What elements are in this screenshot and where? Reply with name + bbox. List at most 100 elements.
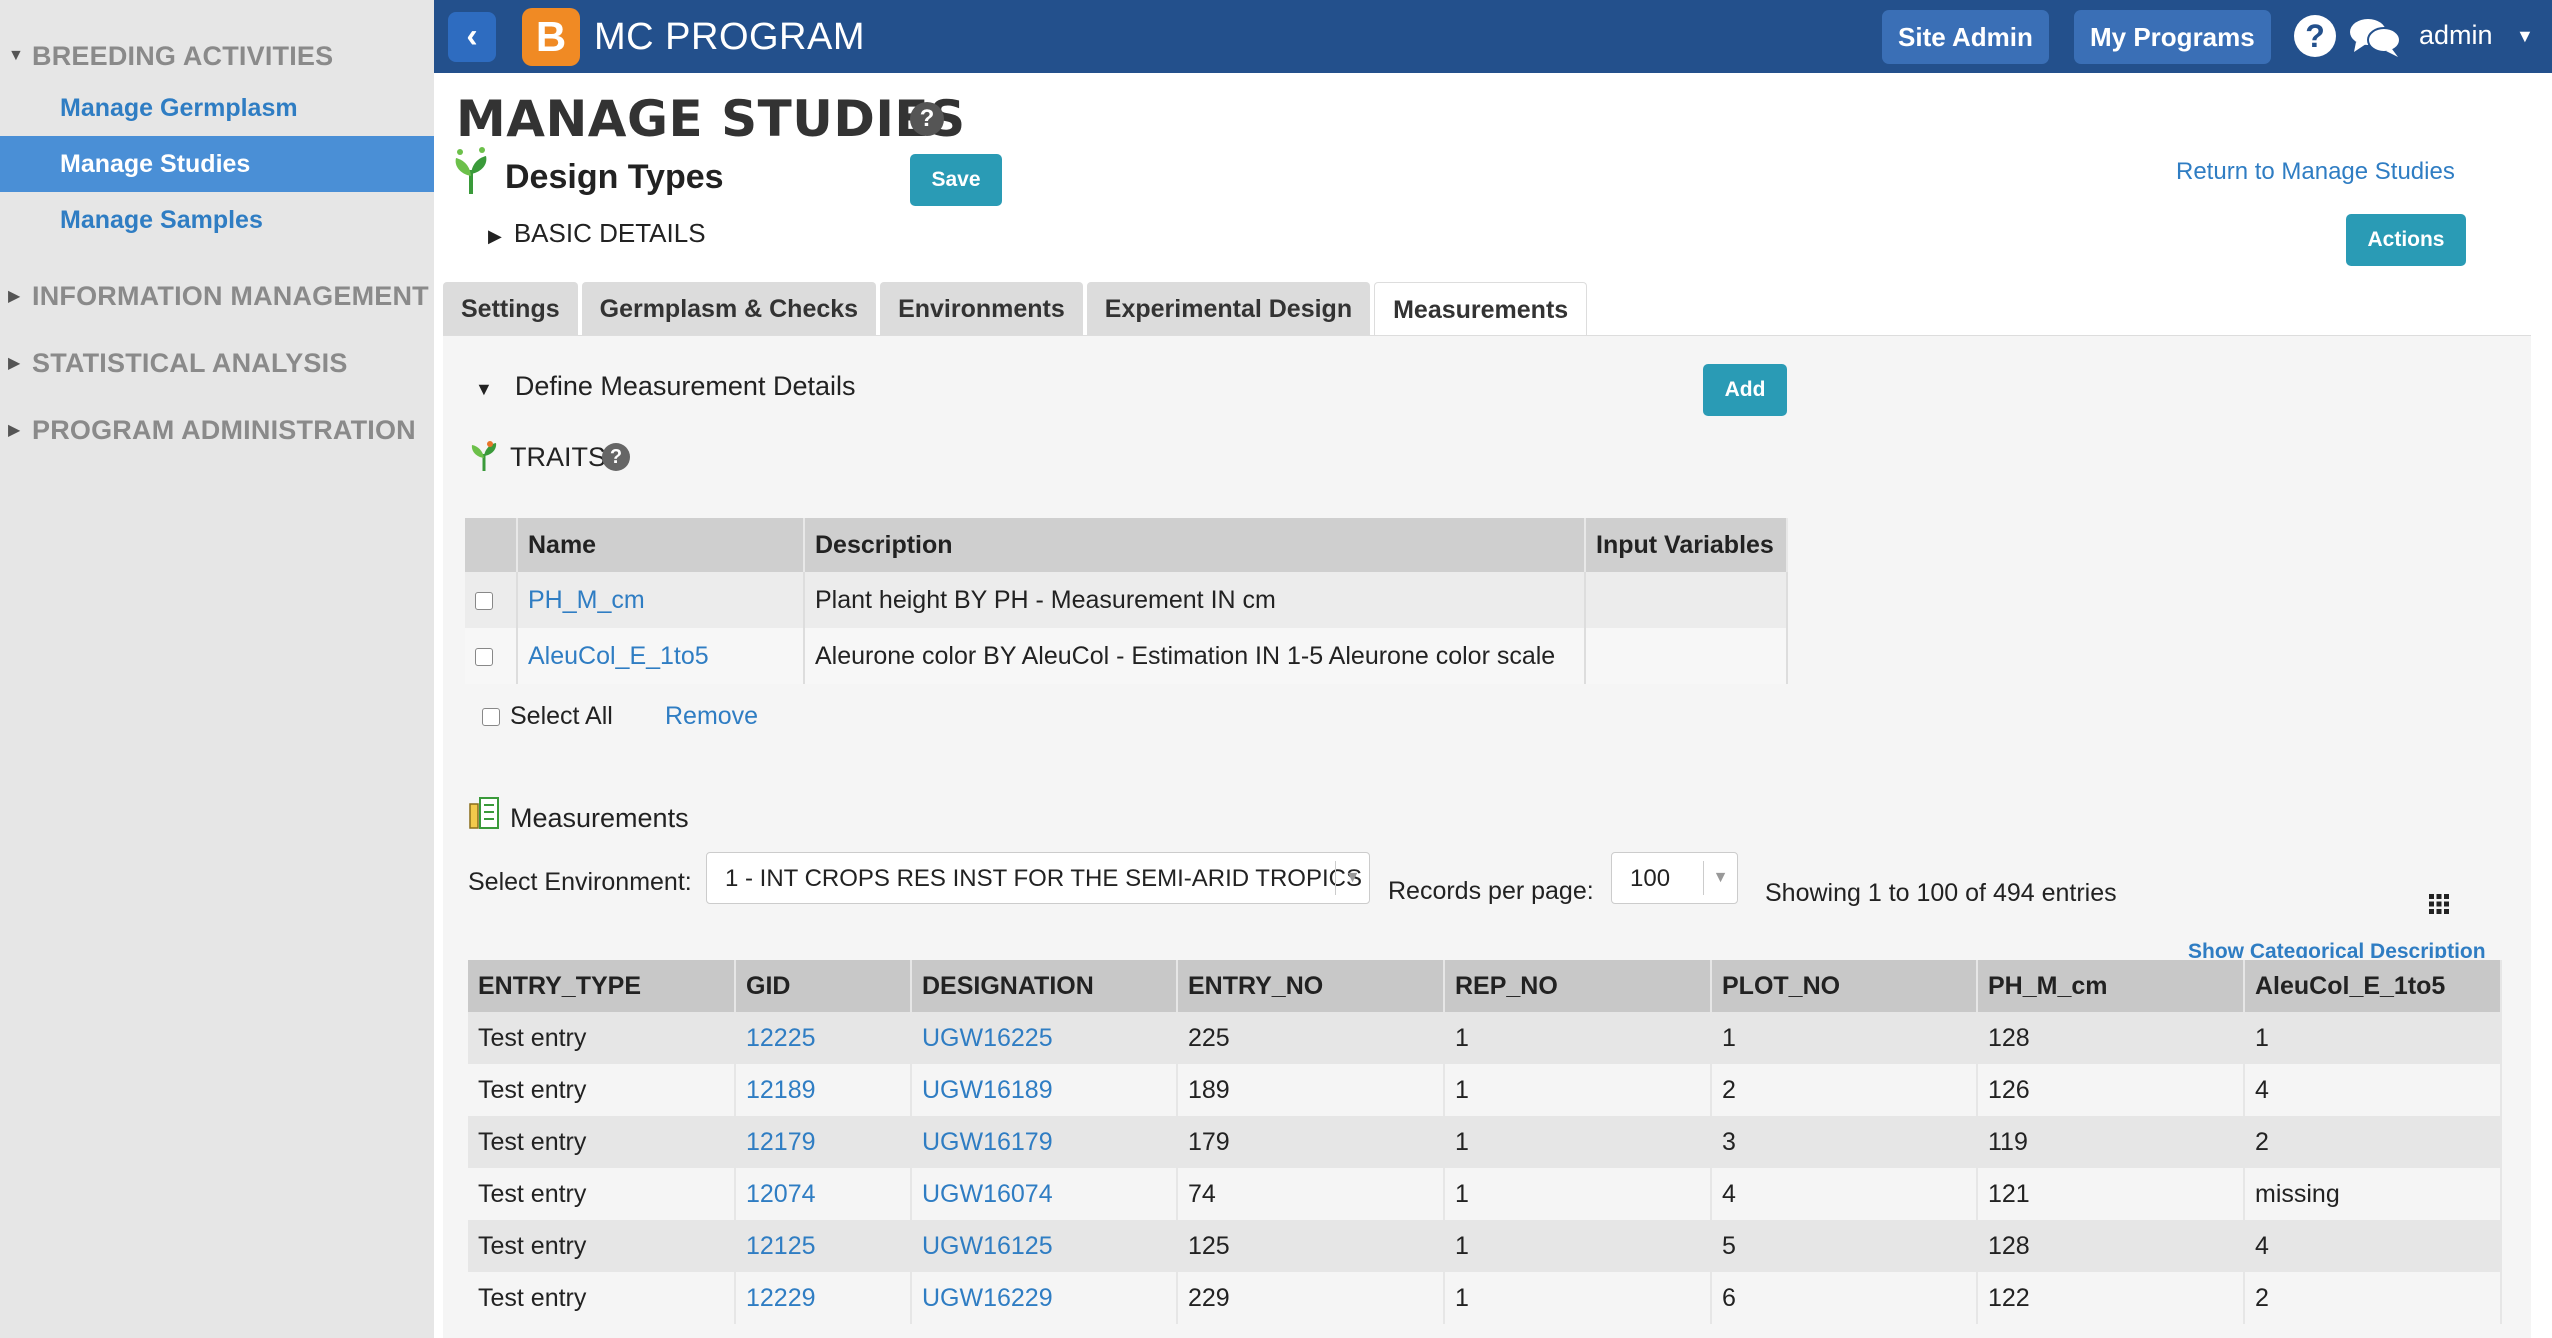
trait-link[interactable]: AleuCol_E_1to5 bbox=[528, 642, 709, 670]
records-per-page-label: Records per page: bbox=[1388, 877, 1594, 905]
tab-germplasm-checks[interactable]: Germplasm & Checks bbox=[581, 282, 877, 336]
gid-link[interactable]: 12189 bbox=[746, 1076, 816, 1104]
trait-name-cell: AleuCol_E_1to5 bbox=[517, 628, 805, 684]
gid-link[interactable]: 12225 bbox=[746, 1024, 816, 1052]
help-icon[interactable]: ? bbox=[910, 102, 944, 136]
aleucol-cell[interactable]: 4 bbox=[2244, 1064, 2502, 1116]
rep-no-cell: 1 bbox=[1444, 1272, 1712, 1324]
help-icon[interactable]: ? bbox=[602, 443, 630, 471]
back-button[interactable]: ‹ bbox=[448, 12, 496, 62]
actions-button[interactable]: Actions bbox=[2346, 214, 2466, 266]
column-chooser-icon[interactable] bbox=[2428, 893, 2450, 915]
aleucol-cell[interactable]: 1 bbox=[2244, 1012, 2502, 1064]
tab-measurements[interactable]: Measurements bbox=[1374, 282, 1588, 336]
sidebar-section-breeding-activities[interactable]: ▼ BREEDING ACTIVITIES bbox=[0, 36, 333, 76]
gid-link[interactable]: 12179 bbox=[746, 1128, 816, 1156]
trait-name-cell: PH_M_cm bbox=[517, 572, 805, 628]
show-categorical-description-link[interactable]: Show Categorical Description bbox=[2188, 940, 2486, 958]
user-menu[interactable]: admin bbox=[2419, 20, 2493, 51]
column-header-entry-type[interactable]: ENTRY_TYPE bbox=[468, 960, 736, 1012]
aleucol-cell[interactable]: 4 bbox=[2244, 1220, 2502, 1272]
gid-link[interactable]: 12125 bbox=[746, 1232, 816, 1260]
records-per-page-select[interactable]: 100 ▼ bbox=[1611, 852, 1738, 904]
sidebar-section-statistical-analysis[interactable]: ▶ STATISTICAL ANALYSIS bbox=[0, 343, 348, 383]
column-header-ph-m-cm[interactable]: PH_M_cm bbox=[1977, 960, 2245, 1012]
designation-link[interactable]: UGW16125 bbox=[922, 1232, 1053, 1260]
table-row: Test entry 12229 UGW16229 229 1 6 122 2 bbox=[468, 1272, 2502, 1324]
column-header-description[interactable]: Description bbox=[804, 518, 1586, 572]
return-to-manage-studies-link[interactable]: Return to Manage Studies bbox=[2176, 158, 2455, 186]
ph-m-cm-cell[interactable]: 121 bbox=[1977, 1168, 2245, 1220]
help-icon[interactable]: ? bbox=[2294, 15, 2336, 57]
gid-cell: 12189 bbox=[735, 1064, 912, 1116]
traits-table: Name Description Input Variables PH_M_cm… bbox=[465, 518, 1788, 684]
entry-type-cell: Test entry bbox=[468, 1272, 736, 1324]
ph-m-cm-cell[interactable]: 119 bbox=[1977, 1116, 2245, 1168]
sprout-icon bbox=[455, 147, 487, 194]
gid-link[interactable]: 12074 bbox=[746, 1180, 816, 1208]
aleucol-cell[interactable]: missing bbox=[2244, 1168, 2502, 1220]
aleucol-cell[interactable]: 2 bbox=[2244, 1116, 2502, 1168]
column-header-gid[interactable]: GID bbox=[735, 960, 912, 1012]
entry-type-cell: Test entry bbox=[468, 1012, 736, 1064]
column-header-name[interactable]: Name bbox=[517, 518, 805, 572]
column-header-rep-no[interactable]: REP_NO bbox=[1444, 960, 1712, 1012]
environment-select[interactable]: 1 - INT CROPS RES INST FOR THE SEMI-ARID… bbox=[706, 852, 1370, 904]
rep-no-cell: 1 bbox=[1444, 1064, 1712, 1116]
caret-down-icon: ▼ bbox=[1335, 861, 1369, 895]
ph-m-cm-cell[interactable]: 128 bbox=[1977, 1012, 2245, 1064]
checkbox[interactable] bbox=[482, 708, 500, 727]
gid-cell: 12225 bbox=[735, 1012, 912, 1064]
ph-m-cm-cell[interactable]: 126 bbox=[1977, 1064, 2245, 1116]
trait-link[interactable]: PH_M_cm bbox=[528, 586, 645, 614]
designation-link[interactable]: UGW16229 bbox=[922, 1284, 1053, 1312]
measurements-icon bbox=[469, 797, 499, 829]
app-logo: B bbox=[522, 8, 580, 66]
sidebar-item-manage-studies[interactable]: Manage Studies bbox=[0, 136, 434, 192]
plot-no-cell: 5 bbox=[1711, 1220, 1978, 1272]
tab-settings[interactable]: Settings bbox=[443, 282, 578, 336]
ph-m-cm-cell[interactable]: 128 bbox=[1977, 1220, 2245, 1272]
ph-m-cm-cell[interactable]: 122 bbox=[1977, 1272, 2245, 1324]
define-measurement-details-toggle[interactable]: ▼ Define Measurement Details bbox=[475, 371, 855, 402]
sidebar-section-information-management[interactable]: ▶ INFORMATION MANAGEMENT bbox=[0, 276, 429, 316]
gid-link[interactable]: 12229 bbox=[746, 1284, 816, 1312]
designation-link[interactable]: UGW16225 bbox=[922, 1024, 1053, 1052]
aleucol-cell[interactable]: 2 bbox=[2244, 1272, 2502, 1324]
environment-select-value: 1 - INT CROPS RES INST FOR THE SEMI-ARID… bbox=[725, 865, 1362, 892]
column-header-aleucol[interactable]: AleuCol_E_1to5 bbox=[2244, 960, 2502, 1012]
remove-link[interactable]: Remove bbox=[665, 702, 758, 731]
designation-link[interactable]: UGW16179 bbox=[922, 1128, 1053, 1156]
site-admin-button[interactable]: Site Admin bbox=[1882, 10, 2049, 64]
save-button[interactable]: Save bbox=[910, 154, 1002, 206]
sidebar-section-label: PROGRAM ADMINISTRATION bbox=[32, 414, 416, 445]
caret-down-icon: ▼ bbox=[475, 379, 493, 399]
column-header-designation[interactable]: DESIGNATION bbox=[911, 960, 1178, 1012]
select-all-checkbox[interactable]: Select All bbox=[482, 702, 613, 731]
sidebar: ▼ BREEDING ACTIVITIES Manage Germplasm M… bbox=[0, 0, 434, 1338]
sidebar-section-program-administration[interactable]: ▶ PROGRAM ADMINISTRATION bbox=[0, 410, 416, 450]
rep-no-cell: 1 bbox=[1444, 1168, 1712, 1220]
measurements-heading: Measurements bbox=[510, 803, 689, 833]
chevron-left-icon: ‹ bbox=[466, 17, 478, 55]
column-header-entry-no[interactable]: ENTRY_NO bbox=[1177, 960, 1445, 1012]
sidebar-item-manage-germplasm[interactable]: Manage Germplasm bbox=[0, 80, 434, 136]
tab-environments[interactable]: Environments bbox=[880, 282, 1083, 336]
basic-details-toggle[interactable]: ▶ BASIC DETAILS bbox=[488, 218, 706, 249]
add-trait-button[interactable]: Add bbox=[1703, 364, 1787, 416]
row-checkbox[interactable] bbox=[475, 591, 493, 610]
my-programs-button[interactable]: My Programs bbox=[2074, 10, 2271, 64]
designation-link[interactable]: UGW16074 bbox=[922, 1180, 1053, 1208]
row-checkbox[interactable] bbox=[475, 647, 493, 666]
column-header-plot-no[interactable]: PLOT_NO bbox=[1711, 960, 1978, 1012]
gid-cell: 12229 bbox=[735, 1272, 912, 1324]
designation-link[interactable]: UGW16189 bbox=[922, 1076, 1053, 1104]
sidebar-item-manage-samples[interactable]: Manage Samples bbox=[0, 192, 434, 248]
caret-down-icon[interactable]: ▼ bbox=[2516, 26, 2534, 47]
column-header-input-variables[interactable]: Input Variables bbox=[1585, 518, 1788, 572]
row-checkbox-cell bbox=[465, 572, 518, 628]
caret-down-icon: ▼ bbox=[8, 47, 25, 64]
tab-experimental-design[interactable]: Experimental Design bbox=[1086, 282, 1371, 336]
designation-cell: UGW16179 bbox=[911, 1116, 1178, 1168]
chat-icon[interactable] bbox=[2348, 16, 2402, 58]
